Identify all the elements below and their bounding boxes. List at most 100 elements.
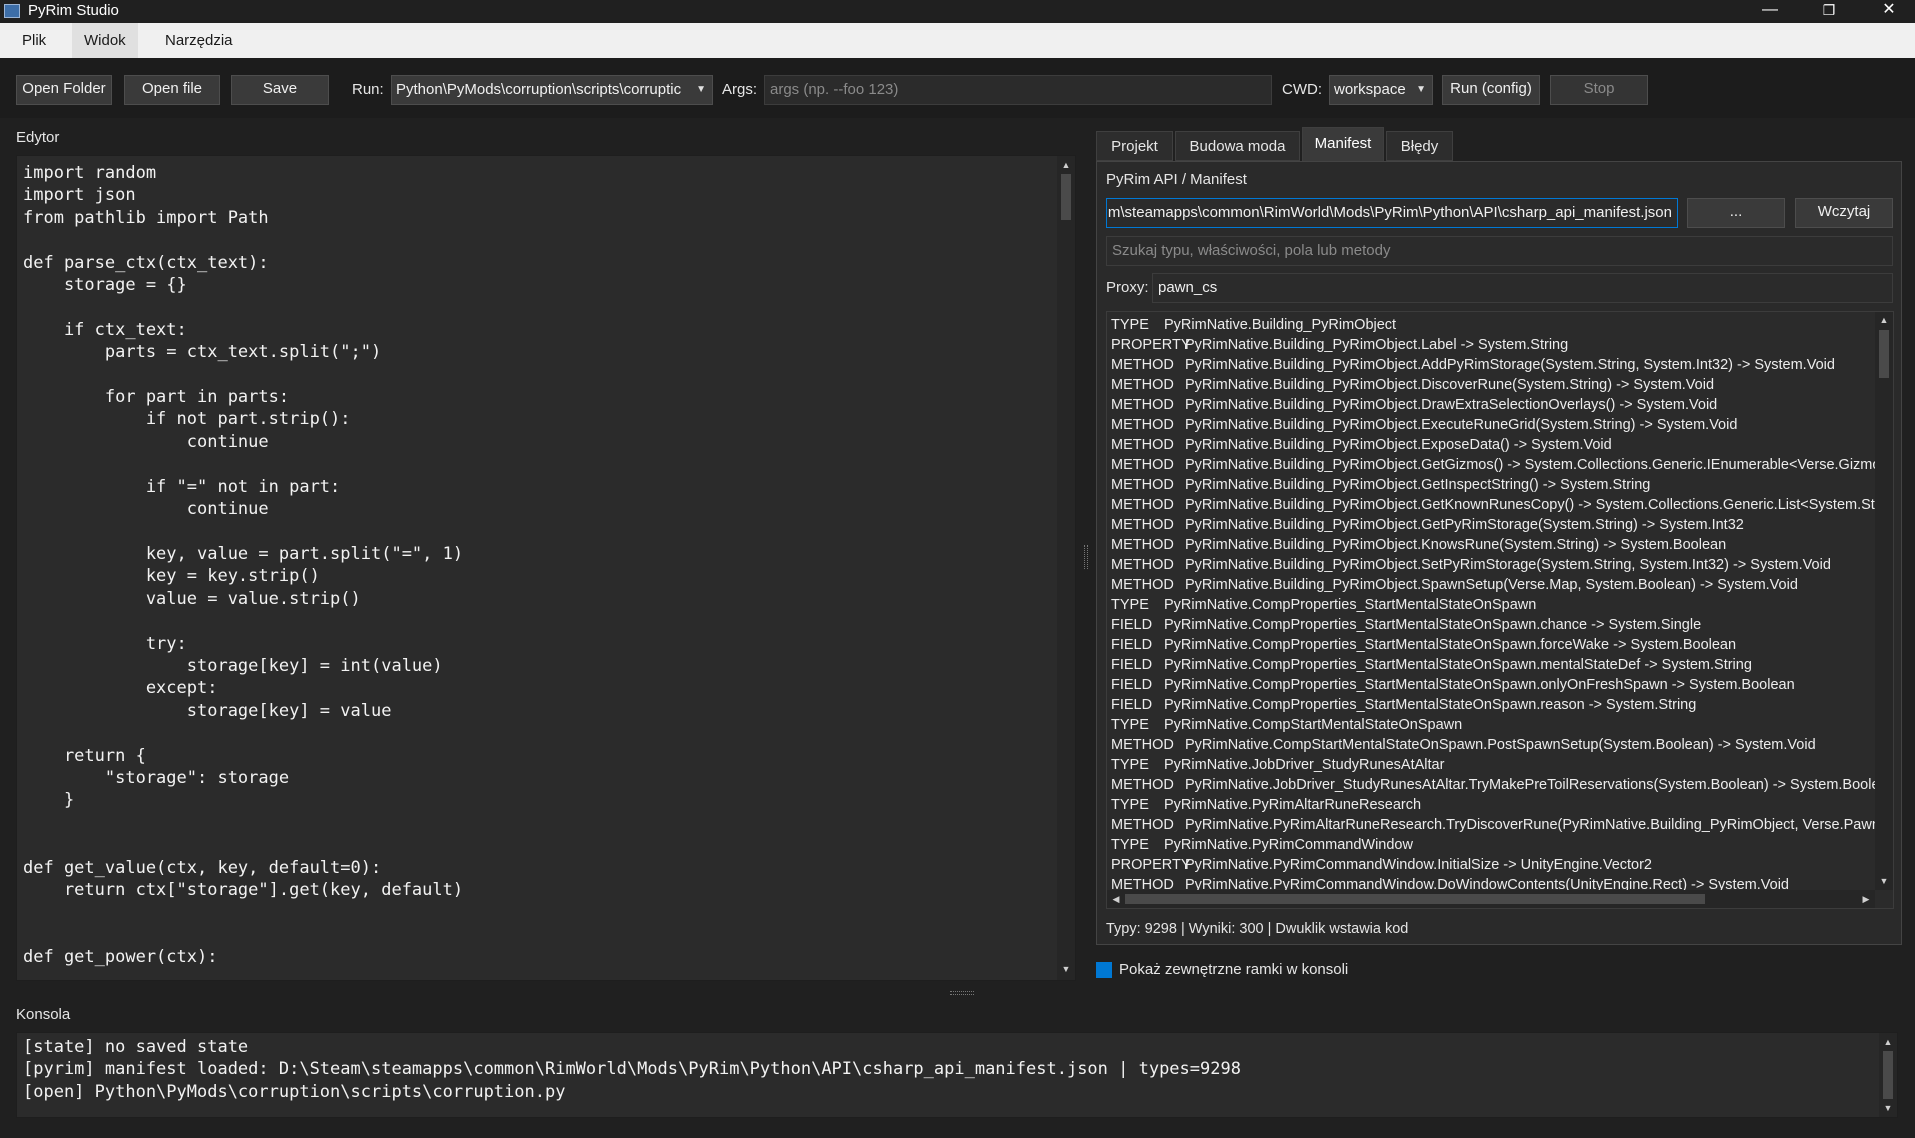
load-button[interactable]: Wczytaj <box>1795 198 1893 228</box>
entry-text: PyRimNative.Building_PyRimObject.Label -… <box>1185 337 1569 353</box>
tab-manifest[interactable]: Manifest <box>1302 127 1384 162</box>
console-output[interactable]: [state] no saved state [pyrim] manifest … <box>16 1032 1898 1118</box>
manifest-search-input[interactable]: Szukaj typu, właściwości, pola lub metod… <box>1106 236 1893 266</box>
proxy-input[interactable]: pawn_cs <box>1152 273 1893 303</box>
close-button[interactable]: ✕ <box>1866 0 1912 23</box>
entry-text: PyRimNative.CompProperties_StartMentalSt… <box>1164 697 1697 713</box>
manifest-entry[interactable]: METHOD PyRimNative.Building_PyRimObject.D… <box>1111 395 1717 415</box>
arrow-left-icon[interactable]: ◀ <box>1109 892 1123 906</box>
browse-button[interactable]: ... <box>1687 198 1785 228</box>
manifest-list[interactable]: TYPE PyRimNative.Building_PyRimObject PROP… <box>1106 311 1894 909</box>
entry-text: PyRimNative.CompProperties_StartMentalSt… <box>1164 617 1702 633</box>
manifest-entry[interactable]: TYPE PyRimNative.CompProperties_StartMent… <box>1111 595 1536 615</box>
manifest-entry[interactable]: METHOD PyRimNative.Building_PyRimObject.S… <box>1111 555 1831 575</box>
entry-text: PyRimNative.PyRimAltarRuneResearch <box>1164 797 1422 813</box>
tab-bledy[interactable]: Błędy <box>1386 131 1453 161</box>
open-file-button[interactable]: Open file <box>124 75 220 105</box>
save-button[interactable]: Save <box>231 75 329 105</box>
external-frames-checkbox[interactable] <box>1096 962 1112 978</box>
manifest-entry[interactable]: METHOD PyRimNative.Building_PyRimObject.E… <box>1111 415 1737 435</box>
entry-text: PyRimNative.Building_PyRimObject.GetGizm… <box>1185 457 1889 473</box>
manifest-entry[interactable]: METHOD PyRimNative.Building_PyRimObject.K… <box>1111 535 1726 555</box>
manifest-entry[interactable]: TYPE PyRimNative.CompStartMentalStateOnSp… <box>1111 715 1462 735</box>
manifest-entry[interactable]: METHOD PyRimNative.Building_PyRimObject.G… <box>1111 495 1893 515</box>
chevron-down-icon: ▼ <box>696 84 706 95</box>
manifest-entry[interactable]: FIELD PyRimNative.CompProperties_StartMen… <box>1111 655 1752 675</box>
menu-widok[interactable]: Widok <box>72 23 138 58</box>
list-hscroll-thumb[interactable] <box>1125 894 1705 904</box>
run-script-select[interactable]: Python\PyMods\corruption\scripts\corrupt… <box>391 75 713 105</box>
manifest-entry[interactable]: FIELD PyRimNative.CompProperties_StartMen… <box>1111 675 1795 695</box>
entry-kind: METHOD <box>1111 777 1174 793</box>
arrow-up-icon[interactable]: ▲ <box>1875 313 1893 327</box>
manifest-entry[interactable]: METHOD PyRimNative.Building_PyRimObject.A… <box>1111 355 1835 375</box>
manifest-entry[interactable]: FIELD PyRimNative.CompProperties_StartMen… <box>1111 695 1696 715</box>
menu-narzedzia[interactable]: Narzędzia <box>153 23 245 58</box>
manifest-entry[interactable]: TYPE PyRimNative.PyRimCommandWindow <box>1111 835 1413 855</box>
open-folder-button[interactable]: Open Folder <box>16 75 112 105</box>
code-editor[interactable]: import random import json from pathlib i… <box>16 155 1076 981</box>
manifest-entry[interactable]: FIELD PyRimNative.CompProperties_StartMen… <box>1111 615 1701 635</box>
entry-text: PyRimNative.CompProperties_StartMentalSt… <box>1164 677 1795 693</box>
entry-kind: METHOD <box>1111 417 1174 433</box>
args-input[interactable]: args (np. --foo 123) <box>764 75 1272 105</box>
code-text[interactable]: import random import json from pathlib i… <box>23 162 463 980</box>
cwd-select[interactable]: workspace ▼ <box>1329 75 1433 105</box>
arrow-down-icon[interactable]: ▼ <box>1879 1101 1897 1115</box>
entry-text: PyRimNative.Building_PyRimObject.SpawnSe… <box>1185 577 1798 593</box>
manifest-entry[interactable]: METHOD PyRimNative.CompStartMentalStateOn… <box>1111 735 1816 755</box>
entry-text: PyRimNative.Building_PyRimObject.SetPyRi… <box>1185 557 1831 573</box>
editor-scroll-thumb[interactable] <box>1061 174 1071 220</box>
arrow-down-icon[interactable]: ▼ <box>1057 962 1075 976</box>
arrow-up-icon[interactable]: ▲ <box>1879 1035 1897 1049</box>
args-placeholder: args (np. --foo 123) <box>770 81 899 98</box>
manifest-entry[interactable]: METHOD PyRimNative.PyRimAltarRuneResearch… <box>1111 815 1885 835</box>
manifest-entry[interactable]: TYPE PyRimNative.Building_PyRimObject <box>1111 315 1396 335</box>
chevron-down-icon: ▼ <box>1416 84 1426 95</box>
arrow-up-icon[interactable]: ▲ <box>1057 158 1075 172</box>
entry-text: PyRimNative.Building_PyRimObject.ExposeD… <box>1185 437 1612 453</box>
vertical-splitter-handle[interactable] <box>1084 545 1088 569</box>
proxy-value: pawn_cs <box>1158 279 1218 296</box>
manifest-entry[interactable]: PROPERTYPyRimNative.Building_PyRimObject… <box>1111 335 1568 355</box>
entry-kind: TYPE <box>1111 717 1149 733</box>
manifest-path-input[interactable]: m\steamapps\common\RimWorld\Mods\PyRim\P… <box>1106 198 1678 228</box>
manifest-entry[interactable]: METHOD PyRimNative.Building_PyRimObject.D… <box>1111 375 1714 395</box>
manifest-path-value: m\steamapps\common\RimWorld\Mods\PyRim\P… <box>1107 204 1672 221</box>
manifest-entry[interactable]: PROPERTYPyRimNative.PyRimCommandWindow.I… <box>1111 855 1652 875</box>
arrow-right-icon[interactable]: ▶ <box>1859 892 1873 906</box>
run-label: Run: <box>352 81 384 98</box>
manifest-entry[interactable]: TYPE PyRimNative.JobDriver_StudyRunesAtAl… <box>1111 755 1444 775</box>
manifest-entry[interactable]: METHOD PyRimNative.Building_PyRimObject.G… <box>1111 515 1744 535</box>
list-vertical-scrollbar[interactable]: ▲ ▼ <box>1875 312 1893 890</box>
manifest-entry[interactable]: TYPE PyRimNative.PyRimAltarRuneResearch <box>1111 795 1421 815</box>
editor-scrollbar[interactable]: ▲ ▼ <box>1057 156 1075 980</box>
horizontal-splitter-handle[interactable] <box>950 991 974 995</box>
manifest-entry[interactable]: METHOD PyRimNative.Building_PyRimObject.E… <box>1111 435 1612 455</box>
entry-kind: TYPE <box>1111 757 1149 773</box>
console-scroll-thumb[interactable] <box>1883 1051 1893 1099</box>
console-label: Konsola <box>16 1006 71 1023</box>
manifest-entry[interactable]: METHOD PyRimNative.Building_PyRimObject.S… <box>1111 575 1798 595</box>
maximize-button[interactable]: ❐ <box>1806 0 1852 23</box>
entry-kind: METHOD <box>1111 737 1174 753</box>
stop-button[interactable]: Stop <box>1550 75 1648 105</box>
entry-kind: METHOD <box>1111 437 1174 453</box>
arrow-down-icon[interactable]: ▼ <box>1875 874 1893 888</box>
minimize-button[interactable]: — <box>1747 0 1793 23</box>
run-config-button[interactable]: Run (config) <box>1442 75 1540 105</box>
manifest-entry[interactable]: METHOD PyRimNative.JobDriver_StudyRunesAt… <box>1111 775 1893 795</box>
manifest-entry[interactable]: FIELD PyRimNative.CompProperties_StartMen… <box>1111 635 1736 655</box>
list-scroll-thumb[interactable] <box>1879 330 1889 378</box>
entry-kind: METHOD <box>1111 577 1174 593</box>
list-horizontal-scrollbar[interactable]: ◀ ▶ <box>1107 890 1875 908</box>
tab-budowa-moda[interactable]: Budowa moda <box>1175 131 1300 161</box>
entry-text: PyRimNative.Building_PyRimObject.AddPyRi… <box>1185 357 1835 373</box>
menu-plik[interactable]: Plik <box>10 23 58 58</box>
manifest-entry[interactable]: METHOD PyRimNative.Building_PyRimObject.G… <box>1111 455 1889 475</box>
console-scrollbar[interactable]: ▲ ▼ <box>1879 1033 1897 1117</box>
entry-text: PyRimNative.JobDriver_StudyRunesAtAltar <box>1164 757 1445 773</box>
entry-kind: METHOD <box>1111 557 1174 573</box>
manifest-entry[interactable]: METHOD PyRimNative.Building_PyRimObject.G… <box>1111 475 1650 495</box>
tab-projekt[interactable]: Projekt <box>1096 131 1173 161</box>
